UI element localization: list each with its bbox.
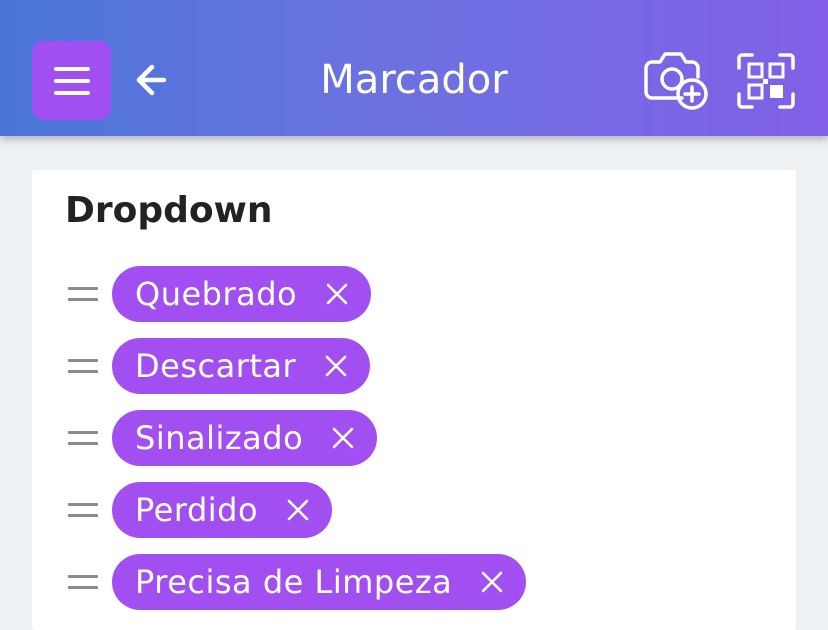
menu-button[interactable] [32,41,111,120]
drag-handle-icon[interactable] [68,503,98,517]
back-button[interactable] [130,58,174,102]
menu-icon-line [53,78,90,83]
option-chip[interactable]: Perdido [112,482,333,538]
list-item: Descartar [68,338,526,394]
add-photo-button[interactable] [642,50,710,112]
drag-handle-icon[interactable] [68,287,98,301]
option-chip[interactable]: Sinalizado [112,410,378,466]
chip-label: Descartar [135,347,297,385]
scan-qr-button[interactable] [736,52,796,110]
close-icon[interactable] [480,570,504,594]
close-icon[interactable] [331,426,355,450]
list-item: Quebrado [68,266,526,322]
menu-icon-line [53,66,90,71]
chip-label: Quebrado [135,275,298,313]
drag-handle-icon[interactable] [68,431,98,445]
close-icon[interactable] [324,354,348,378]
close-icon[interactable] [286,498,310,522]
page-title: Marcador [320,57,508,103]
list-item: Perdido [68,482,526,538]
chip-label: Precisa de Limpeza [135,563,453,601]
app-bar: Marcador [0,0,828,136]
close-icon[interactable] [325,282,349,306]
chip-label: Perdido [135,491,259,529]
camera-plus-icon [644,52,708,110]
list-item: Precisa de Limpeza [68,554,527,610]
dropdown-card: Dropdown Quebrado Descartar Sinalizado P… [32,170,796,630]
arrow-back-icon [136,64,167,96]
qr-scan-icon [737,53,795,109]
list-item: Sinalizado [68,410,526,466]
option-list: Quebrado Descartar Sinalizado Perdido Pr… [68,266,527,626]
option-chip[interactable]: Quebrado [112,266,372,322]
card-title: Dropdown [65,190,273,231]
chip-label: Sinalizado [135,419,304,457]
menu-icon-line [53,90,90,95]
drag-handle-icon[interactable] [68,359,98,373]
option-chip[interactable]: Descartar [112,338,371,394]
drag-handle-icon[interactable] [68,575,98,589]
option-chip[interactable]: Precisa de Limpeza [112,554,527,610]
